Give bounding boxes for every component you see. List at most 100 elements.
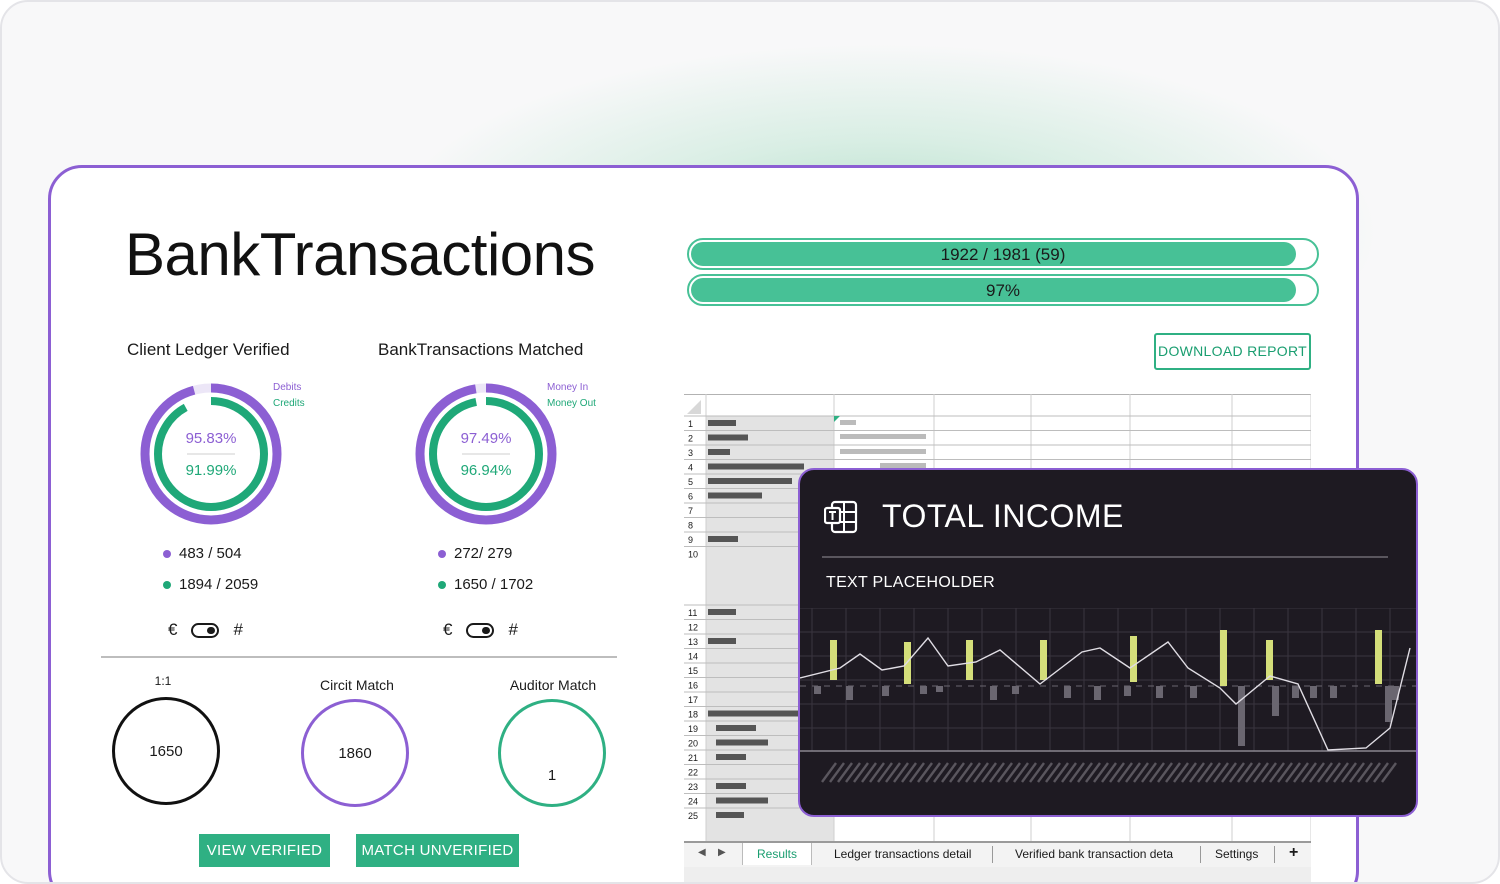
circle-auditor-match[interactable]: 1 <box>498 699 606 807</box>
prev-sheet-icon[interactable]: ◀ <box>698 847 706 858</box>
next-sheet-icon[interactable]: ▶ <box>718 847 726 858</box>
hatch-stripe <box>1317 762 1333 783</box>
hatch-stripe <box>1029 762 1045 783</box>
cell-bar <box>840 434 926 439</box>
euro-label: € <box>168 620 178 639</box>
hatch-stripe <box>1301 762 1317 783</box>
download-report-button[interactable]: DOWNLOAD REPORT <box>1154 333 1311 370</box>
circle-circit-match[interactable]: 1860 <box>301 699 409 807</box>
hatch-stripe <box>1157 762 1173 783</box>
row-number: 4 <box>688 463 693 473</box>
hatch-stripe <box>1109 762 1125 783</box>
currency-toggle-switch[interactable] <box>191 622 220 638</box>
hatch-stripe <box>1141 762 1157 783</box>
row-number: 9 <box>688 535 693 545</box>
currency-toggle-row: € # <box>443 620 518 640</box>
hatch-stripe <box>885 762 901 783</box>
tab-ledger-transactions-detail[interactable]: Ledger transactions detail <box>834 847 971 861</box>
row-number: 24 <box>688 797 698 807</box>
view-verified-button[interactable]: VIEW VERIFIED <box>199 834 330 867</box>
grey-bar <box>1094 686 1101 700</box>
hatch-stripe <box>989 762 1005 783</box>
tab-separator <box>992 846 993 863</box>
grey-bar <box>814 686 821 694</box>
highlight-bar <box>830 640 837 680</box>
cell-bar <box>708 449 730 455</box>
grey-bar <box>1064 686 1071 698</box>
row-number: 3 <box>688 448 693 458</box>
cell-bar <box>716 754 746 760</box>
match-unverified-button[interactable]: MATCH UNVERIFIED <box>356 834 519 867</box>
currency-toggle-row: € # <box>168 620 243 640</box>
stat-value: 272/ 279 <box>454 545 513 562</box>
cell-bar <box>708 420 736 426</box>
hatch-stripe <box>1093 762 1109 783</box>
grey-bar <box>936 686 943 692</box>
row-number: 8 <box>688 521 693 531</box>
row-number: 25 <box>688 811 698 821</box>
hatch-stripe <box>1133 762 1149 783</box>
hatch-stripe <box>1229 762 1245 783</box>
circle-one-to-one[interactable]: 1650 <box>112 697 220 805</box>
grey-bar <box>990 686 997 700</box>
row-number: 12 <box>688 623 698 633</box>
hatch-stripe <box>829 762 845 783</box>
hatch-stripe <box>1125 762 1141 783</box>
hatch-stripe <box>1197 762 1213 783</box>
grey-bar <box>1310 686 1317 698</box>
hatch-stripe <box>957 762 973 783</box>
cell-bar <box>708 434 748 441</box>
tab-separator <box>1200 846 1201 863</box>
cell-bar <box>708 463 804 470</box>
row-number: 7 <box>688 506 693 516</box>
highlight-bar <box>1375 630 1382 684</box>
green-dot-icon <box>163 580 171 589</box>
hatch-stripe <box>1021 762 1037 783</box>
hatch-stripe <box>1165 762 1181 783</box>
row-number: 19 <box>688 724 698 734</box>
tab-verified-bank-transaction[interactable]: Verified bank transaction deta <box>1015 847 1173 861</box>
hatch-stripe <box>1077 762 1093 783</box>
total-income-panel: TOTAL INCOME TEXT PLACEHOLDER <box>798 468 1418 817</box>
row-number: 18 <box>688 710 698 720</box>
hatch-stripe <box>1173 762 1189 783</box>
row-number: 17 <box>688 695 698 705</box>
hatch-stripe <box>917 762 933 783</box>
tab-results[interactable]: Results <box>742 843 813 865</box>
cell-bar <box>716 812 744 818</box>
grey-bar <box>1190 686 1197 698</box>
hatch-stripe <box>837 762 853 783</box>
hatch-stripe <box>1149 762 1165 783</box>
cell-bar <box>716 783 746 789</box>
circle-label-one-to-one: 1:1 <box>154 674 172 688</box>
hatch-stripe <box>1221 762 1237 783</box>
hatch-stripe <box>1181 762 1197 783</box>
hatch-stripe <box>901 762 917 783</box>
cell-bar <box>708 710 798 717</box>
hatch-stripe <box>925 762 941 783</box>
stat-money-out: 1650 / 1702 <box>438 576 533 593</box>
hatch-stripe <box>1341 762 1357 783</box>
gauge-title: BankTransactions Matched <box>378 340 584 359</box>
income-sparkline-chart <box>800 608 1416 783</box>
hatch-stripe <box>1269 762 1285 783</box>
stat-credits: 1894 / 2059 <box>163 576 258 593</box>
row-number: 2 <box>688 434 693 444</box>
row-number: 20 <box>688 739 698 749</box>
sheet-footer <box>684 867 1311 882</box>
add-tab-icon[interactable]: + <box>1289 844 1298 862</box>
hatch-stripe <box>877 762 893 783</box>
page-title: BankTransactions <box>125 221 596 288</box>
currency-toggle-switch[interactable] <box>466 622 495 638</box>
hatch-stripe <box>1045 762 1061 783</box>
hatch-stripe <box>1293 762 1309 783</box>
hatch-stripe <box>1069 762 1085 783</box>
cell-bar <box>708 492 762 499</box>
tab-settings[interactable]: Settings <box>1215 847 1258 861</box>
hatch-stripe <box>845 762 861 783</box>
highlight-bar <box>966 640 973 680</box>
gauge-title: Client Ledger Verified <box>127 340 290 359</box>
row-number: 14 <box>688 652 698 662</box>
grey-bar <box>1292 686 1299 698</box>
hatch-stripe <box>1357 762 1373 783</box>
